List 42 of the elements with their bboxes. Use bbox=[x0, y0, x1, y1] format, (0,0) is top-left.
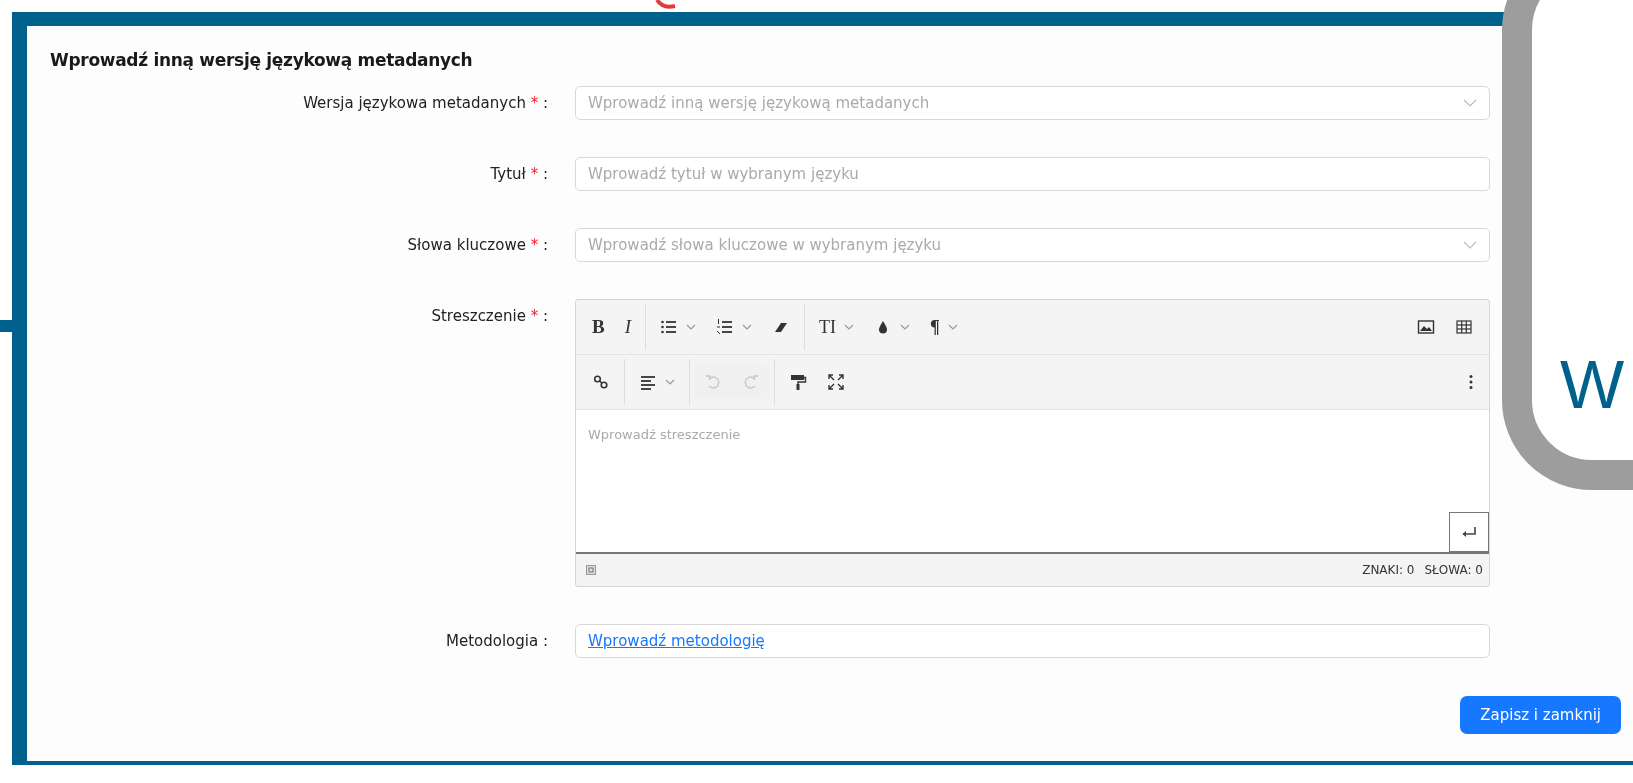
link-icon bbox=[592, 373, 610, 391]
chevron-down-icon bbox=[1463, 241, 1477, 249]
text-size-button[interactable]: TI bbox=[809, 310, 864, 344]
field-label: Wersja językowa metadanych * : bbox=[302, 93, 548, 114]
select-field[interactable]: Wprowadź słowa kluczowe w wybranym języku bbox=[575, 228, 1490, 262]
format-painter-icon bbox=[789, 373, 807, 391]
resize-icon bbox=[586, 565, 596, 575]
input-field[interactable]: Wprowadź metodologię bbox=[575, 624, 1490, 658]
field-label: Streszczenie * : bbox=[430, 306, 548, 327]
decorative-letter: W bbox=[1560, 350, 1625, 418]
input-field[interactable]: Wprowadź tytuł w wybranym języku bbox=[575, 157, 1490, 191]
chevron-down-icon bbox=[686, 324, 696, 330]
redo-icon bbox=[742, 373, 760, 391]
more-icon bbox=[1469, 373, 1473, 391]
enter-key-button[interactable] bbox=[1449, 512, 1489, 552]
bold-button[interactable]: B bbox=[582, 310, 615, 344]
save-button[interactable]: Zapisz i zamknij bbox=[1460, 696, 1621, 734]
chevron-down-icon bbox=[742, 324, 752, 330]
align-icon bbox=[639, 373, 657, 391]
bullet-list-icon bbox=[660, 318, 678, 336]
select-field[interactable]: Wprowadź inną wersję językową metadanych bbox=[575, 86, 1490, 120]
paragraph-button[interactable]: ¶ bbox=[920, 310, 968, 344]
image-icon bbox=[1417, 318, 1435, 336]
field-label: Tytuł * : bbox=[489, 164, 548, 185]
chevron-down-icon bbox=[844, 324, 854, 330]
undo-icon bbox=[704, 373, 722, 391]
fullscreen-icon bbox=[827, 373, 845, 391]
count-text: SŁOWA: 0 bbox=[1424, 563, 1483, 577]
enter-icon bbox=[1460, 526, 1478, 538]
italic-button[interactable]: I bbox=[614, 310, 641, 344]
chevron-down-icon bbox=[665, 379, 675, 385]
form-title: Wprowadź inną wersję językową metadanych bbox=[50, 50, 474, 70]
link[interactable]: Wprowadź metodologię bbox=[588, 632, 765, 650]
chevron-down-icon bbox=[947, 324, 958, 330]
field-label: Słowa kluczowe * : bbox=[406, 235, 548, 256]
numbered-list-icon bbox=[716, 318, 734, 336]
editor-area[interactable]: Wprowadź streszczenie bbox=[576, 410, 1489, 554]
chevron-down-icon bbox=[1463, 99, 1477, 107]
count-text: ZNAKI: 0 bbox=[1362, 563, 1415, 577]
table-icon bbox=[1455, 318, 1473, 336]
field-label: Metodologia : bbox=[445, 631, 548, 652]
chevron-down-icon bbox=[900, 324, 910, 330]
